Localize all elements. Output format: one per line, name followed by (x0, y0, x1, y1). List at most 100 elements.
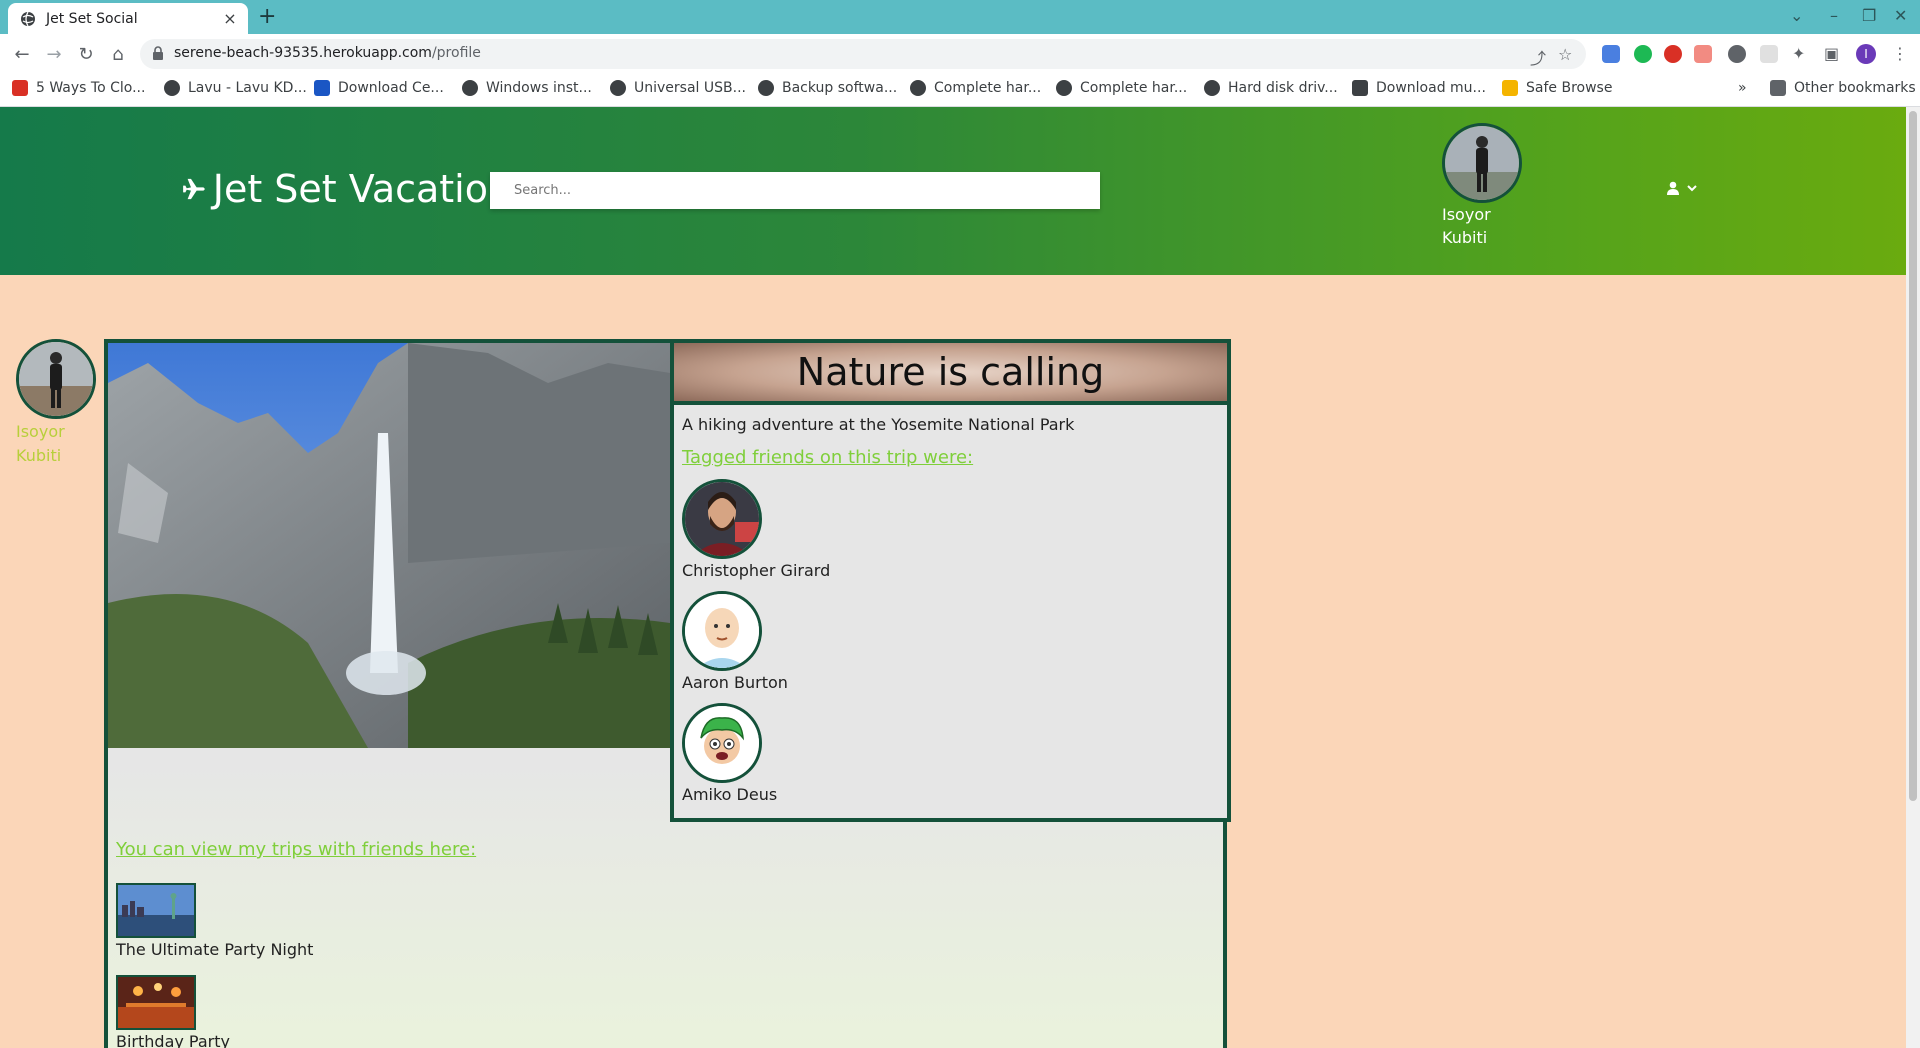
bookmarks-overflow-button[interactable]: » (1738, 80, 1747, 96)
kebab-menu-icon[interactable]: ⋮ (1892, 44, 1908, 63)
site-name: Jet Set Vacatio (212, 167, 488, 211)
bookmark-item[interactable]: Backup softwa... (758, 80, 897, 96)
url-text: serene-beach-93535.herokuapp.com/profile (174, 45, 481, 61)
bookmark-item[interactable]: Hard disk driv... (1204, 80, 1338, 96)
sidebar-panel-icon[interactable]: ▣ (1824, 44, 1839, 63)
profile-first-name: Isoyor (16, 422, 65, 441)
globe-icon (610, 80, 626, 96)
bookmark-label: Windows inst... (486, 80, 592, 96)
tagged-friend[interactable]: Christopher Girard (682, 479, 830, 580)
header-user-first-name: Isoyor (1442, 205, 1491, 224)
trip-photo[interactable] (108, 343, 670, 748)
extension-icon[interactable] (1602, 45, 1620, 63)
trip-thumbnail[interactable] (116, 883, 196, 938)
profile-avatar[interactable] (16, 339, 96, 419)
browser-tab[interactable]: Jet Set Social × (8, 3, 248, 34)
profile-name[interactable]: Isoyor Kubiti (16, 420, 65, 468)
bookmark-item[interactable]: Download mu... (1352, 80, 1486, 96)
puzzle-extensions-icon[interactable]: ✦ (1792, 44, 1805, 63)
record-icon[interactable] (1694, 45, 1712, 63)
reload-icon[interactable]: ↻ (74, 44, 98, 65)
trip-list-item[interactable]: The Ultimate Party Night (116, 883, 313, 959)
screenshot-icon[interactable] (1760, 45, 1778, 63)
tagged-friend[interactable]: Amiko Deus (682, 703, 777, 804)
trip-name[interactable]: Birthday Party (116, 1032, 230, 1048)
browser-toolbar: ← → ↻ ⌂ serene-beach-93535.herokuapp.com… (0, 34, 1920, 74)
friend-avatar[interactable] (682, 479, 762, 559)
bookmark-label: Complete har... (1080, 80, 1188, 96)
bookmark-item[interactable]: 5 Ways To Clo... (12, 80, 145, 96)
site-header: Jet Set Vacatio Isoyor Kubiti (0, 107, 1906, 275)
trip-thumbnail[interactable] (116, 975, 196, 1030)
bookmark-item[interactable]: Complete har... (1056, 80, 1187, 96)
page-content: Jet Set Vacatio Isoyor Kubiti Isoyor (0, 107, 1920, 1048)
globe-icon (1056, 80, 1072, 96)
statue-of-liberty-thumbnail-icon (118, 885, 194, 936)
globe-icon (462, 80, 478, 96)
browser-tab-bar: Jet Set Social × + ⌄ – ❐ ✕ (0, 0, 1920, 34)
green-hair-cartoon-avatar-icon (685, 706, 759, 780)
url-host: serene-beach-93535.herokuapp.com (174, 45, 432, 61)
profile-avatar-icon[interactable]: I (1856, 44, 1876, 64)
overflow-chevron-icon: » (1738, 80, 1747, 96)
bookmark-item[interactable]: Universal USB... (610, 80, 746, 96)
url-path: /profile (431, 45, 481, 61)
view-trips-link[interactable]: You can view my trips with friends here: (116, 839, 476, 860)
minimize-icon[interactable]: – (1830, 6, 1838, 25)
friend-name[interactable]: Aaron Burton (682, 673, 788, 692)
header-avatar[interactable] (1442, 123, 1522, 203)
address-bar[interactable]: serene-beach-93535.herokuapp.com/profile… (140, 39, 1586, 69)
bookmark-item[interactable]: Windows inst... (462, 80, 592, 96)
bookmarks-bar: 5 Ways To Clo... Lavu - Lavu KD... Downl… (0, 74, 1920, 107)
trip-list-item[interactable]: Birthday Party (116, 975, 230, 1048)
bookmark-label: Download Ce... (338, 80, 444, 96)
globe-icon (21, 11, 35, 26)
scrollbar-thumb[interactable] (1909, 111, 1917, 801)
bookmark-label: Download mu... (1376, 80, 1486, 96)
car-icon (1352, 80, 1368, 96)
new-tab-button[interactable]: + (258, 4, 276, 29)
forward-arrow-icon[interactable]: → (42, 44, 66, 65)
header-user-name[interactable]: Isoyor Kubiti (1442, 203, 1532, 249)
bald-cartoon-avatar-icon (685, 594, 759, 668)
home-icon[interactable]: ⌂ (106, 44, 130, 65)
user-menu-dropdown[interactable] (1666, 181, 1698, 195)
globe-icon (758, 80, 774, 96)
friend-avatar[interactable] (682, 703, 762, 783)
profile-last-name: Kubiti (16, 446, 62, 465)
header-user-last-name: Kubiti (1442, 228, 1488, 247)
other-bookmarks-label: Other bookmarks (1794, 80, 1916, 96)
person-photo-icon (1445, 126, 1519, 200)
bookmark-label: Hard disk driv... (1228, 80, 1338, 96)
back-arrow-icon[interactable]: ← (10, 44, 34, 65)
user-icon (1667, 181, 1679, 195)
lock-icon (1502, 80, 1518, 96)
trip-description: A hiking adventure at the Yosemite Natio… (682, 415, 1075, 434)
tagged-friends-link[interactable]: Tagged friends on this trip were: (682, 447, 973, 468)
friend-name[interactable]: Amiko Deus (682, 785, 777, 804)
friend-name[interactable]: Christopher Girard (682, 561, 830, 580)
page-scrollbar[interactable] (1906, 107, 1920, 1048)
trip-name[interactable]: The Ultimate Party Night (116, 940, 313, 959)
tab-close-icon[interactable]: × (220, 9, 240, 28)
bookmark-label: Universal USB... (634, 80, 746, 96)
clock-icon[interactable] (1728, 45, 1746, 63)
bookmark-item[interactable]: Complete har... (910, 80, 1041, 96)
other-bookmarks-folder[interactable]: Other bookmarks (1770, 80, 1916, 96)
adblock-icon[interactable] (1664, 45, 1682, 63)
friend-avatar[interactable] (682, 591, 762, 671)
bookmark-item[interactable]: Lavu - Lavu KD... (164, 80, 307, 96)
share-icon[interactable]: ⤴ (1530, 45, 1546, 69)
chevron-down-icon (1687, 185, 1697, 192)
close-window-icon[interactable]: ✕ (1894, 6, 1907, 25)
tab-search-chevron-icon[interactable]: ⌄ (1790, 6, 1803, 25)
trip-card: Nature is calling A hiking adventure at … (104, 339, 1231, 1048)
restore-icon[interactable]: ❐ (1862, 6, 1876, 25)
search-input[interactable] (490, 172, 1100, 209)
tagged-friend[interactable]: Aaron Burton (682, 591, 788, 692)
bookmark-item[interactable]: Safe Browse (1502, 80, 1612, 96)
bookmark-item[interactable]: Download Ce... (314, 80, 444, 96)
grammarly-icon[interactable] (1634, 45, 1652, 63)
bookmark-star-icon[interactable]: ☆ (1558, 45, 1572, 64)
site-logo[interactable]: Jet Set Vacatio (182, 167, 488, 211)
